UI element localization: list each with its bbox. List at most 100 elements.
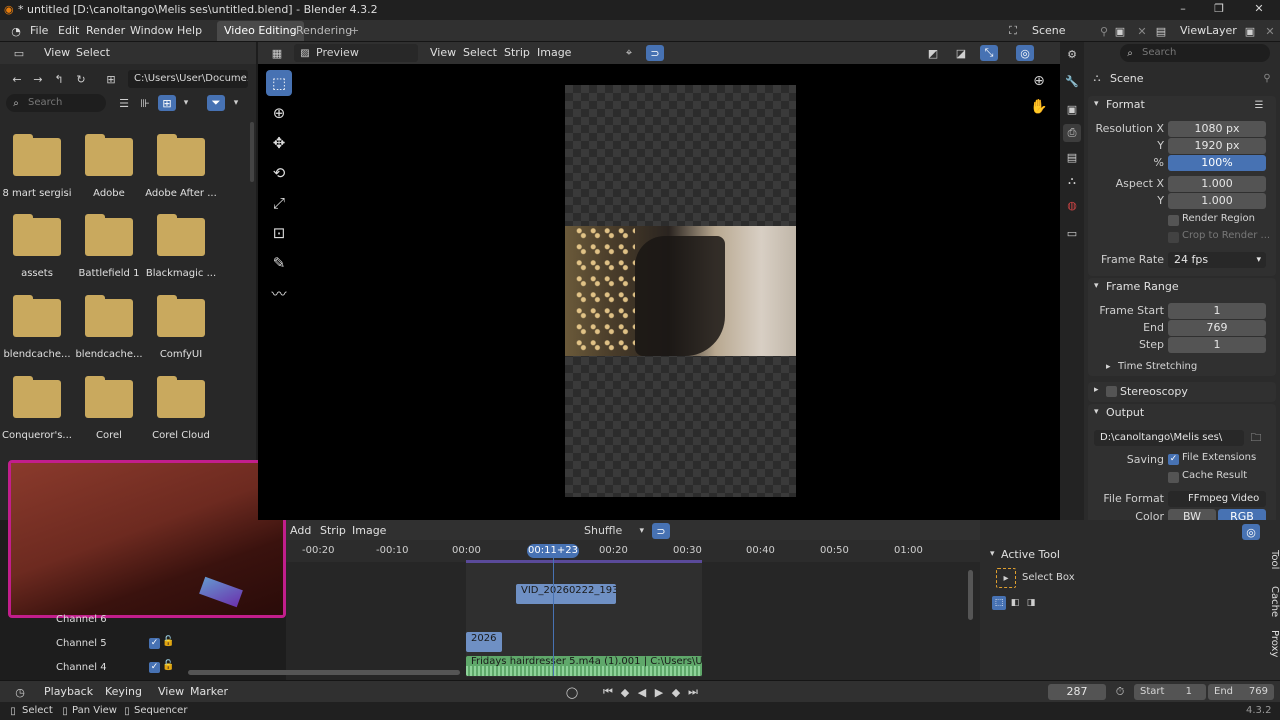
chevron-right-icon[interactable]: ▸ bbox=[1106, 362, 1111, 372]
color-bw-button[interactable]: BW bbox=[1168, 509, 1216, 520]
viewlayer-name[interactable]: ViewLayer bbox=[1180, 23, 1237, 39]
path-field[interactable]: C:\Users\User\Docume... bbox=[128, 70, 248, 88]
playhead-label[interactable]: 00:11+23 bbox=[527, 544, 579, 558]
time-stretching-label[interactable]: Time Stretching bbox=[1118, 361, 1197, 372]
pin-icon[interactable]: ⚲ bbox=[1096, 23, 1112, 39]
stopwatch-icon[interactable]: ⏱ bbox=[1112, 684, 1128, 700]
res-y-field[interactable]: 1920 px bbox=[1168, 138, 1266, 154]
gizmo-icon[interactable]: ◪ bbox=[952, 45, 970, 61]
scene-tab-icon[interactable]: ⛬ bbox=[1063, 172, 1081, 190]
add-workspace-button[interactable]: + bbox=[350, 23, 359, 39]
render-region-checkbox[interactable] bbox=[1168, 215, 1179, 226]
overlays-icon[interactable]: ◎ bbox=[1016, 45, 1034, 61]
fb-menu-select[interactable]: Select bbox=[76, 45, 110, 61]
cursor-tool-icon[interactable]: ⊕ bbox=[266, 100, 292, 126]
play-reverse-icon[interactable]: ◀ bbox=[634, 684, 650, 700]
tl-menu-keying[interactable]: Keying bbox=[105, 684, 142, 700]
pin-icon[interactable]: ⚲ bbox=[1260, 70, 1274, 86]
chevron-down-icon[interactable]: ▾ bbox=[230, 95, 242, 111]
next-keyframe-icon[interactable]: ◆ bbox=[668, 684, 684, 700]
mode-extend-icon[interactable]: ◧ bbox=[1008, 596, 1022, 610]
mode-set-icon[interactable]: ⬚ bbox=[992, 596, 1006, 610]
seq-menu-add[interactable]: Add bbox=[290, 523, 311, 539]
editor-type-icon[interactable]: ▦ bbox=[266, 45, 288, 61]
chevron-down-icon[interactable]: ▾ bbox=[1094, 99, 1099, 109]
chevron-down-icon[interactable]: ▾ bbox=[1094, 407, 1099, 417]
chevron-down-icon[interactable]: ▾ bbox=[990, 549, 995, 559]
channel-mute-checkbox[interactable]: ✓ bbox=[149, 662, 160, 673]
preview-menu-image[interactable]: Image bbox=[537, 45, 571, 61]
prev-keyframe-icon[interactable]: ◆ bbox=[617, 684, 633, 700]
output-title[interactable]: Output bbox=[1106, 406, 1144, 419]
output-path-field[interactable]: D:\canoltango\Melis ses\ bbox=[1094, 430, 1244, 446]
sidebar-tab-tool[interactable]: Tool bbox=[1264, 550, 1280, 569]
chevron-down-icon[interactable]: ▾ bbox=[180, 95, 192, 111]
jump-start-icon[interactable]: ⏮ bbox=[600, 684, 616, 700]
sidebar-tab-cache[interactable]: Cache bbox=[1264, 586, 1280, 617]
back-arrow-icon[interactable]: ← bbox=[8, 70, 26, 88]
list-vertical-icon[interactable]: ☰ bbox=[116, 95, 132, 111]
new-scene-icon[interactable]: ▣ bbox=[1112, 23, 1128, 39]
forward-arrow-icon[interactable]: → bbox=[29, 70, 47, 88]
tool-tab-icon[interactable]: 🔧 bbox=[1063, 72, 1081, 90]
crop-checkbox[interactable] bbox=[1168, 232, 1179, 243]
lock-icon[interactable]: 🔓 bbox=[162, 636, 174, 647]
properties-editor-icon[interactable]: ⚙ bbox=[1063, 46, 1081, 62]
delete-scene-icon[interactable]: ✕ bbox=[1134, 23, 1150, 39]
delete-viewlayer-icon[interactable]: ✕ bbox=[1262, 23, 1278, 39]
presets-icon[interactable]: ☰ bbox=[1252, 98, 1266, 112]
preview-menu-strip[interactable]: Strip bbox=[504, 45, 530, 61]
move-tool-icon[interactable]: ✥ bbox=[266, 130, 292, 156]
menu-help[interactable]: Help bbox=[177, 23, 202, 39]
select-box-tool-icon[interactable]: ⬚ bbox=[266, 70, 292, 96]
stereoscopy-panel[interactable]: ▸ Stereoscopy bbox=[1088, 382, 1276, 402]
show-gizmo-icon[interactable]: ⤡ bbox=[980, 45, 998, 61]
chevron-down-icon[interactable]: ▾ bbox=[1094, 281, 1099, 291]
color-rgb-button[interactable]: RGB bbox=[1218, 509, 1266, 520]
parent-dir-icon[interactable]: ↰ bbox=[50, 70, 68, 88]
image-strip[interactable]: 2026 bbox=[466, 632, 502, 652]
sidebar-tab-proxy[interactable]: Proxy bbox=[1264, 630, 1280, 657]
format-title[interactable]: Format bbox=[1106, 98, 1145, 111]
mode-subtract-icon[interactable]: ◨ bbox=[1024, 596, 1038, 610]
tl-menu-marker[interactable]: Marker bbox=[190, 684, 228, 700]
transform-tool-icon[interactable]: ⊡ bbox=[266, 220, 292, 246]
render-tab-icon[interactable]: ▣ bbox=[1063, 100, 1081, 118]
hand-icon[interactable]: ✋ bbox=[1030, 98, 1048, 116]
scene-name[interactable]: Scene bbox=[1032, 23, 1066, 39]
blender-menu-icon[interactable]: ◔ bbox=[8, 23, 24, 39]
scene-icon[interactable]: ⛶ bbox=[1004, 23, 1022, 39]
percent-field[interactable]: 100% bbox=[1168, 155, 1266, 171]
zoom-icon[interactable]: ⊕ bbox=[1030, 72, 1048, 90]
view-layer-tab-icon[interactable]: ▤ bbox=[1063, 148, 1081, 166]
record-icon[interactable]: ◯ bbox=[564, 684, 580, 700]
properties-search-input[interactable]: Search bbox=[1120, 44, 1270, 62]
current-frame-field[interactable]: 287 bbox=[1048, 684, 1106, 700]
tl-menu-playback[interactable]: Playback bbox=[44, 684, 93, 700]
refresh-icon[interactable]: ↻ bbox=[72, 70, 90, 88]
frame-rate-dropdown[interactable]: 24 fps ▾ bbox=[1168, 252, 1266, 268]
minimize-button[interactable]: – bbox=[1168, 2, 1198, 15]
frame-end-field[interactable]: 769 bbox=[1168, 320, 1266, 336]
menu-window[interactable]: Window bbox=[130, 23, 173, 39]
snap-icon[interactable]: ⊃ bbox=[646, 45, 664, 61]
scale-tool-icon[interactable]: ⤢ bbox=[266, 190, 292, 216]
sequencer-hscrollbar[interactable] bbox=[188, 670, 460, 675]
fb-menu-view[interactable]: View bbox=[44, 45, 70, 61]
file-extensions-checkbox[interactable]: ✓ bbox=[1168, 454, 1179, 465]
list-horizontal-icon[interactable]: ⊪ bbox=[137, 95, 153, 111]
folder-icon[interactable]: 🗀 bbox=[1248, 430, 1264, 446]
new-viewlayer-icon[interactable]: ▣ bbox=[1242, 23, 1258, 39]
menu-render[interactable]: Render bbox=[86, 23, 125, 39]
maximize-button[interactable]: ❐ bbox=[1204, 2, 1234, 15]
annotate-tool-icon[interactable]: 〰 bbox=[266, 280, 292, 306]
fb-scrollbar[interactable] bbox=[250, 122, 254, 182]
overlays-icon[interactable]: ◎ bbox=[1242, 524, 1260, 540]
video-strip[interactable]: VID_20260222_193 bbox=[516, 584, 616, 604]
editor-type-icon[interactable]: ◷ bbox=[8, 684, 32, 700]
aspect-y-field[interactable]: 1.000 bbox=[1168, 193, 1266, 209]
output-tab-icon[interactable]: ⎙ bbox=[1063, 124, 1081, 142]
editor-type-icon[interactable]: ▭ bbox=[8, 45, 30, 61]
collection-tab-icon[interactable]: ▭ bbox=[1063, 224, 1081, 242]
end-frame-field[interactable]: End 769 bbox=[1208, 684, 1274, 700]
